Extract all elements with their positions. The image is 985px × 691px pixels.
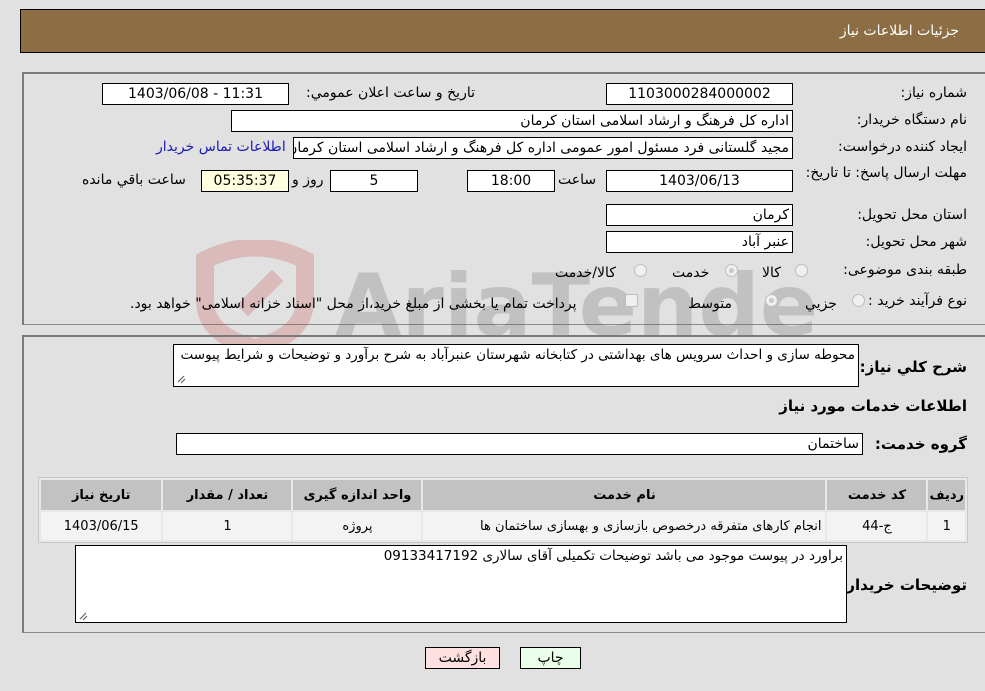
col-quantity: تعداد / مقدار [163, 480, 292, 510]
announce-date-field[interactable]: 1403/06/08 - 11:31 [102, 83, 289, 105]
col-need-date: تاريخ نياز [41, 480, 162, 510]
buyer-notes-label: توضيحات خريدار: [840, 576, 967, 594]
col-row-number: رديف [928, 480, 965, 510]
cell-quantity: 1 [163, 512, 292, 540]
category-option-service: خدمت [672, 265, 710, 281]
summary-text: محوطه سازی و احداث سرويس های بهداشتی در … [180, 347, 856, 363]
cell-row-number: 1 [928, 512, 965, 540]
cell-service-name: انجام کارهای متفرقه درخصوص بازسازی و بهس… [423, 512, 826, 540]
category-option-goods-service: کالا/خدمت [555, 265, 616, 281]
services-section-title: اطلاعات خدمات مورد نياز [779, 397, 967, 415]
buyer-org-field[interactable]: اداره کل فرهنگ و ارشاد اسلامی استان کرما… [231, 110, 793, 132]
city-label: شهر محل تحويل: [865, 234, 967, 250]
treasury-note: پرداخت تمام يا بخشی از مبلغ خريد،از محل … [130, 296, 577, 312]
resize-grip-icon[interactable] [176, 374, 186, 384]
announce-date-label: تاريخ و ساعت اعلان عمومي: [306, 85, 475, 101]
category-radio-goods-service[interactable] [634, 264, 647, 277]
deadline-time-field[interactable]: 18:00 [467, 170, 555, 192]
days-label: روز و [292, 172, 324, 188]
service-group-label: گروه خدمت: [874, 435, 967, 453]
cell-service-code: ج-44 [827, 512, 927, 540]
purchase-option-medium: متوسط [688, 296, 732, 312]
category-radio-service[interactable] [725, 264, 738, 277]
print-button[interactable]: چاپ [520, 647, 581, 669]
province-label: استان محل تحويل: [857, 207, 967, 223]
cell-need-date: 1403/06/15 [41, 512, 162, 540]
table-row: 1 ج-44 انجام کارهای متفرقه درخصوص بازساز… [41, 512, 965, 540]
category-label: طبقه بندی موضوعی: [843, 262, 967, 278]
deadline-date-field[interactable]: 1403/06/13 [606, 170, 793, 192]
purchase-radio-minor[interactable] [852, 294, 865, 307]
page-title: جزئيات اطلاعات نياز [839, 23, 959, 39]
treasury-checkbox[interactable] [625, 294, 638, 307]
city-field[interactable]: عنبر آباد [606, 231, 793, 253]
requester-label: ايجاد کننده درخواست: [838, 139, 967, 155]
back-button[interactable]: بازگشت [425, 647, 500, 669]
purchase-option-minor: جزيي [805, 296, 837, 312]
category-option-goods: کالا [762, 265, 781, 281]
col-service-code: کد خدمت [827, 480, 927, 510]
purchase-radio-medium[interactable] [765, 294, 778, 307]
need-number-label: شماره نياز: [900, 85, 968, 101]
deadline-time-label: ساعت [558, 172, 597, 188]
buyer-notes-textarea[interactable]: براورد در پيوست موجود می باشد توضيحات تک… [75, 545, 847, 623]
service-group-field[interactable]: ساختمان [176, 433, 863, 455]
deadline-label: مهلت ارسال پاسخ: تا تاريخ: [805, 165, 967, 181]
page-header: جزئيات اطلاعات نياز [20, 9, 985, 53]
province-field[interactable]: کرمان [606, 204, 793, 226]
remaining-time-label: ساعت باقي مانده [82, 172, 186, 188]
col-service-name: نام خدمت [423, 480, 826, 510]
buyer-notes-text: براورد در پيوست موجود می باشد توضيحات تک… [383, 548, 843, 564]
services-table: رديف کد خدمت نام خدمت واحد اندازه گيری ت… [38, 477, 968, 543]
requester-field[interactable]: مجيد گلستانی فرد مسئول امور عمومی اداره … [293, 137, 793, 159]
buyer-org-label: نام دستگاه خريدار: [856, 112, 967, 128]
col-unit: واحد اندازه گيری [293, 480, 422, 510]
need-number-field[interactable]: 1103000284000002 [606, 83, 793, 105]
remaining-days-field[interactable]: 5 [330, 170, 418, 192]
summary-label: شرح کلي نياز: [859, 358, 967, 376]
category-radio-goods[interactable] [795, 264, 808, 277]
cell-unit: پروژه [293, 512, 422, 540]
remaining-time-field: 05:35:37 [201, 170, 289, 192]
buyer-contact-link[interactable]: اطلاعات تماس خريدار [156, 139, 286, 155]
summary-textarea[interactable]: محوطه سازی و احداث سرويس های بهداشتی در … [173, 344, 859, 387]
purchase-type-label: نوع فرآيند خريد : [868, 293, 967, 309]
resize-grip-icon[interactable] [78, 611, 88, 621]
table-header-row: رديف کد خدمت نام خدمت واحد اندازه گيری ت… [41, 480, 965, 510]
